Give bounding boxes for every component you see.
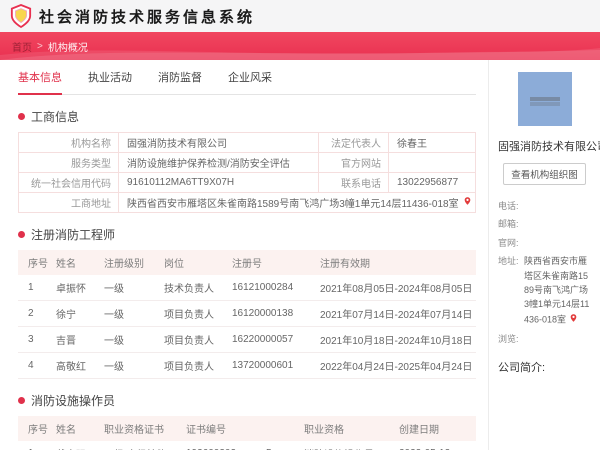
table-cell: 项目负责人 [160, 300, 228, 327]
table-cell: 项目负责人 [160, 352, 228, 379]
sidebar-contact-fields: 电话: 邮箱: 官网: 地址: 陕西省西安市雁塔区朱雀南路1589号南飞鸿广场3… [498, 199, 591, 347]
tab-fire-supervision[interactable]: 消防监督 [158, 69, 202, 94]
table-cell: 2021年07月14日-2024年07月14日 [316, 300, 476, 327]
table-cell: 4 [18, 352, 52, 379]
section-dot-icon [18, 397, 25, 404]
breadcrumb-band: 首页 > 机构概况 [0, 32, 600, 60]
table-cell: 吉晋 [52, 326, 100, 353]
field-phone: 电话: [498, 201, 519, 211]
table-row: 1 卓振怀 一级 技术负责人 16121000284 2021年08月05日-2024年0… [18, 275, 476, 301]
section-title-engineers: 注册消防工程师 [18, 226, 476, 243]
table-row: 2 徐宁 一级 项目负责人 16120000138 2021年07月14日-2024年07… [18, 300, 476, 327]
table-cell: 消防设施操作员 [300, 441, 395, 450]
table-cell: 项目负责人 [160, 326, 228, 353]
view-org-chart-button[interactable]: 查看机构组织图 [503, 163, 586, 185]
field-website: 官网: [498, 237, 519, 248]
tab-basic-info[interactable]: 基本信息 [18, 69, 62, 95]
company-logo-image [517, 72, 572, 126]
table-cell: 16121000284 [228, 275, 316, 301]
table-cell: 16120000138 [228, 300, 316, 327]
table-header-row: 序号 姓名 职业资格证书 证书编号 职业资格 创建日期 [18, 416, 476, 441]
table-row: 1戴文强四级/中级技能193600302xxxxxx5消防设施操作员2022-0… [18, 441, 476, 450]
field-address: 地址: 陕西省西安市雁塔区朱雀南路1589号南飞鸿广场3幢1单元14层11436… [498, 254, 591, 328]
business-info-table: 机构名称 固强消防技术有限公司 法定代表人 徐春王 服务类型 消防设施维护保养检… [18, 132, 476, 213]
page-title: 社会消防技术服务信息系统 [39, 8, 256, 26]
map-pin-icon[interactable] [569, 312, 578, 328]
tab-practice-activity[interactable]: 执业活动 [88, 69, 132, 94]
app-logo-shield-icon [10, 4, 32, 28]
table-cell: 3 [18, 326, 52, 353]
table-cell: 1 [18, 275, 52, 301]
app-header: 社会消防技术服务信息系统 [0, 0, 600, 32]
table-row: 服务类型 消防设施维护保养检测/消防安全评估 官方网站 [18, 152, 476, 173]
table-row: 3 吉晋 一级 项目负责人 16220000057 2021年10月18日-2024年10… [18, 326, 476, 353]
table-cell: 2022-05-12 [395, 441, 476, 450]
sidebar: 固强消防技术有限公司 查看机构组织图 电话: 邮箱: 官网: 地址: 陕西省西安… [488, 60, 600, 450]
breadcrumb-home-link[interactable]: 首页 [12, 39, 32, 54]
table-cell: 2022年04月24日-2025年04月24日 [316, 352, 476, 379]
engineers-table: 序号 姓名 注册级别 岗位 注册号 注册有效期 1 卓振怀 一级 技术负责人 16121… [18, 250, 476, 379]
table-cell: 卓振怀 [52, 275, 100, 301]
table-cell: 1 [18, 441, 52, 450]
table-row: 工商地址 陕西省西安市雁塔区朱雀南路1589号南飞鸿广场3幢1单元14层1143… [18, 192, 476, 213]
table-cell: 13720000601 [228, 352, 316, 379]
breadcrumb-separator: > [37, 40, 43, 52]
operators-table: 序号 姓名 职业资格证书 证书编号 职业资格 创建日期 1戴文强四级/中级技能1… [18, 416, 476, 450]
business-address-cell: 陕西省西安市雁塔区朱雀南路1589号南飞鸿广场3幢1单元14层11436-018… [118, 192, 476, 213]
field-views: 浏览: [498, 334, 519, 345]
table-cell: 193600302xxxxxx5 [182, 441, 300, 450]
company-profile-title: 公司简介: [498, 361, 546, 374]
map-pin-icon[interactable] [463, 195, 472, 210]
table-cell: 戴文强 [52, 441, 100, 450]
field-email: 邮箱: [498, 219, 519, 230]
table-row: 统一社会信用代码 91610112MA6TT9X07H 联系电话 1302295… [18, 172, 476, 193]
breadcrumb-current: 机构概况 [47, 42, 88, 54]
table-cell: 2 [18, 300, 52, 327]
table-cell: 一级 [100, 326, 160, 353]
table-cell: 2021年10月18日-2024年10月18日 [316, 326, 476, 353]
section-dot-icon [18, 231, 25, 238]
sidebar-company-name: 固强消防技术有限公司 [498, 141, 600, 153]
tab-bar: 基本信息 执业活动 消防监督 企业风采 [18, 60, 476, 95]
table-row: 机构名称 固强消防技术有限公司 法定代表人 徐春王 [18, 132, 476, 153]
table-row: 4 高敬红 一级 项目负责人 13720000601 2022年04月24日-2025年0… [18, 352, 476, 379]
table-cell: 徐宁 [52, 300, 100, 327]
main-panel: 基本信息 执业活动 消防监督 企业风采 工商信息 机构名称 固强消防技术有限公司… [0, 60, 488, 450]
section-title-operators: 消防设施操作员 [18, 392, 476, 409]
table-cell: 16220000057 [228, 326, 316, 353]
table-cell: 技术负责人 [160, 275, 228, 301]
section-dot-icon [18, 113, 25, 120]
band-wave-decoration [0, 48, 600, 60]
table-cell: 2021年08月05日-2024年08月05日 [316, 275, 476, 301]
table-cell: 四级/中级技能 [100, 441, 182, 450]
logo-placeholder-text [529, 97, 560, 101]
table-header-row: 序号 姓名 注册级别 岗位 注册号 注册有效期 [18, 250, 476, 275]
breadcrumb: 首页 > 机构概况 [12, 32, 88, 60]
table-cell: 一级 [100, 275, 160, 301]
table-cell: 一级 [100, 300, 160, 327]
table-cell: 一级 [100, 352, 160, 379]
table-cell: 高敬红 [52, 352, 100, 379]
section-title-business-info: 工商信息 [18, 108, 476, 125]
tab-company-showcase[interactable]: 企业风采 [228, 69, 272, 94]
